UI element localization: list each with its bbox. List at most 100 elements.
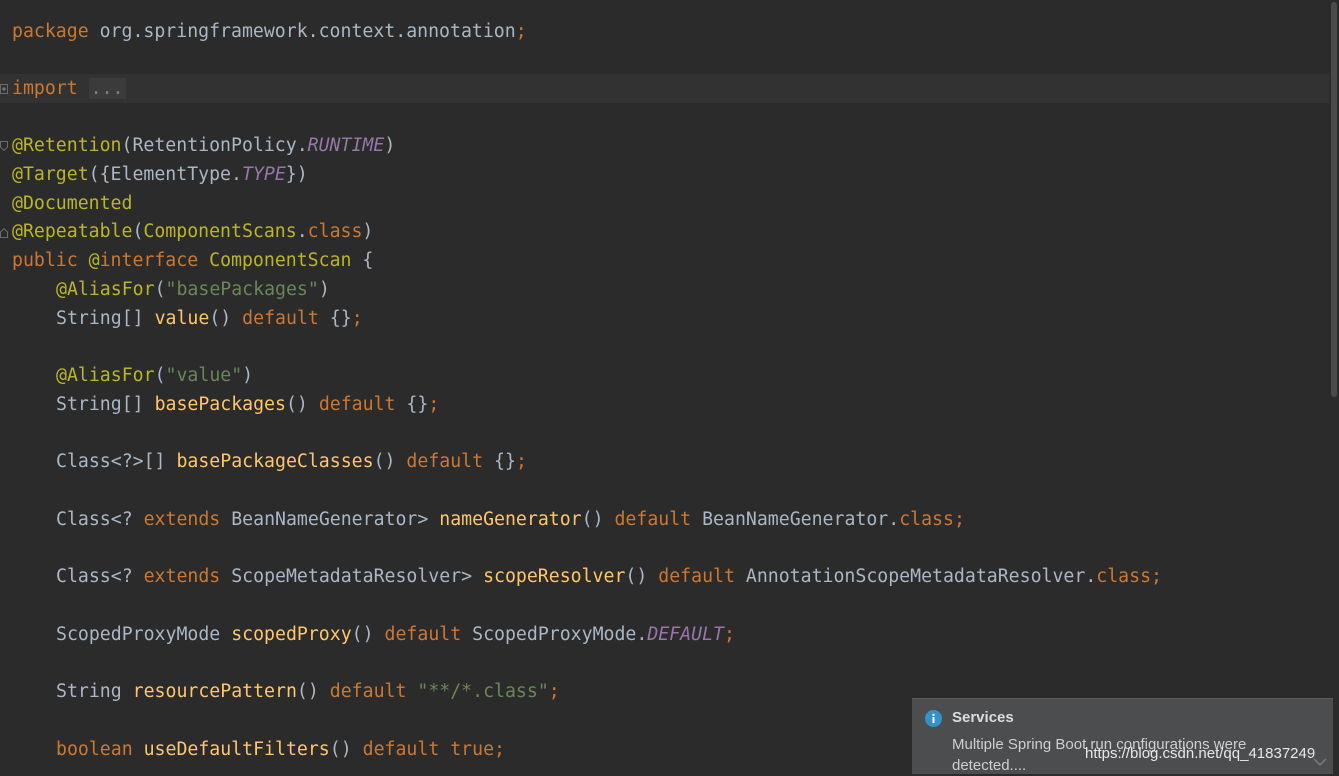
code-text: }) [285, 164, 308, 185]
constant: RUNTIME [307, 135, 385, 156]
keyword: import [12, 78, 78, 99]
code-line-retention[interactable]: @Retention(RetentionPolicy.RUNTIME) [12, 131, 395, 160]
code-line-basepackageclasses[interactable]: Class<?>[] basePackageClasses() default … [56, 447, 527, 476]
notification-title: Services [952, 709, 1014, 726]
code-text: BeanNameGenerator. [691, 509, 900, 530]
method-name: basePackageClasses [176, 451, 374, 472]
code-line-documented[interactable]: @Documented [12, 189, 132, 218]
keyword: package [12, 21, 89, 42]
code-line-import[interactable]: import ... [12, 74, 126, 103]
code-line-aliasfor-1[interactable]: @AliasFor("basePackages") [56, 275, 330, 304]
code-text: ( [154, 365, 166, 386]
semicolon: ; [494, 739, 505, 760]
code-line-basepackages[interactable]: String[] basePackages() default {}; [56, 390, 439, 419]
annotation: @AliasFor [56, 279, 155, 300]
code-line-interface-decl[interactable]: public @interface ComponentScan { [12, 246, 373, 275]
boolean-literal: true [450, 739, 495, 760]
type: String[] [56, 308, 155, 329]
type: Class<? [56, 509, 144, 530]
semicolon: ; [548, 681, 560, 702]
code-text: (RetentionPolicy. [121, 135, 308, 156]
keyword: default [329, 681, 407, 702]
method-name: useDefaultFilters [143, 739, 330, 760]
fold-marker-icon[interactable] [0, 141, 8, 151]
code-line-scoperesolver[interactable]: Class<? extends ScopeMetadataResolver> s… [56, 562, 1162, 591]
string-literal: "basePackages" [165, 279, 319, 300]
code-line-target[interactable]: @Target({ElementType.TYPE}) [12, 160, 308, 189]
type: Class<?>[] [56, 451, 177, 472]
code-text: ) [242, 365, 254, 386]
keyword: default [406, 451, 484, 472]
keyword: extends [143, 509, 221, 530]
code-line-repeatable[interactable]: @Repeatable(ComponentScans.class) [12, 217, 373, 246]
method-name: resourcePattern [132, 681, 297, 702]
keyword: default [242, 308, 319, 329]
method-name: nameGenerator [439, 509, 582, 530]
class-name: ComponentScans [143, 221, 297, 242]
string-literal: "**/*.class" [417, 681, 549, 702]
semicolon: ; [1151, 566, 1162, 587]
code-text: ScopedProxyMode. [461, 624, 648, 645]
code-text: () [209, 308, 243, 329]
code-line-package[interactable]: package org.springframework.context.anno… [12, 17, 527, 46]
type: Class<? [56, 566, 144, 587]
type: ScopedProxyMode [56, 624, 232, 645]
code-text: () [373, 451, 407, 472]
code-text: . [296, 221, 308, 242]
type: BeanNameGenerator> [220, 509, 440, 530]
folded-imports-highlight [0, 74, 1329, 103]
folded-imports-ellipsis[interactable]: ... [88, 78, 126, 99]
code-text: AnnotationScopeMetadataResolver. [734, 566, 1097, 587]
type: ScopeMetadataResolver> [220, 566, 484, 587]
code-text: ) [362, 221, 374, 242]
watermark-url: https://blog.csdn.net/qq_41837249 [1085, 745, 1316, 762]
fold-marker-end-icon[interactable] [0, 228, 8, 238]
code-text: () [351, 624, 385, 645]
vertical-scrollbar[interactable] [1329, 0, 1339, 774]
keyword: default [362, 739, 440, 760]
code-text: () [581, 509, 615, 530]
services-notification[interactable]: Services Multiple Spring Boot run config… [912, 698, 1333, 774]
keyword: extends [143, 566, 221, 587]
interface-name: ComponentScan [198, 250, 352, 271]
code-text: () [329, 739, 363, 760]
code-line-namegenerator[interactable]: Class<? extends BeanNameGenerator> nameG… [56, 505, 965, 534]
code-text: () [625, 566, 659, 587]
fold-expand-icon[interactable] [0, 84, 8, 94]
code-line-resourcepattern[interactable]: String resourcePattern() default "**/*.c… [56, 677, 560, 706]
keyword: default [318, 394, 396, 415]
code-line-value[interactable]: String[] value() default {}; [56, 304, 363, 333]
code-text: {} [483, 451, 516, 472]
code-text: {} [395, 394, 429, 415]
keyword: class [1096, 566, 1152, 587]
semicolon: ; [515, 451, 527, 472]
scrollbar-thumb[interactable] [1331, 2, 1337, 397]
code-line-aliasfor-2[interactable]: @AliasFor("value") [56, 361, 253, 390]
method-name: value [154, 308, 210, 329]
package-name: org.springframework.context.annotation [88, 21, 516, 42]
code-editor[interactable]: package org.springframework.context.anno… [0, 0, 1329, 774]
keyword: class [899, 509, 954, 530]
chevron-down-icon[interactable] [1313, 757, 1327, 767]
code-text: ({ElementType. [88, 164, 242, 185]
keyword: default [384, 624, 462, 645]
code-text: () [296, 681, 330, 702]
string-literal: "value" [165, 365, 243, 386]
keyword: class [307, 221, 363, 242]
method-name: scopeResolver [483, 566, 626, 587]
semicolon: ; [953, 509, 965, 530]
keyword: boolean [56, 739, 133, 760]
keyword: default [658, 566, 735, 587]
code-text: ( [132, 221, 144, 242]
annotation: @Repeatable [12, 221, 133, 242]
type: String [56, 681, 133, 702]
annotation: @Target [12, 164, 89, 185]
annotation: @ [88, 250, 100, 271]
semicolon: ; [723, 624, 735, 645]
code-line-scopedproxy[interactable]: ScopedProxyMode scopedProxy() default Sc… [56, 620, 735, 649]
keyword: default [614, 509, 692, 530]
semicolon: ; [351, 308, 363, 329]
code-line-usedefaultfilters[interactable]: boolean useDefaultFilters() default true… [56, 735, 505, 764]
method-name: basePackages [154, 394, 286, 415]
